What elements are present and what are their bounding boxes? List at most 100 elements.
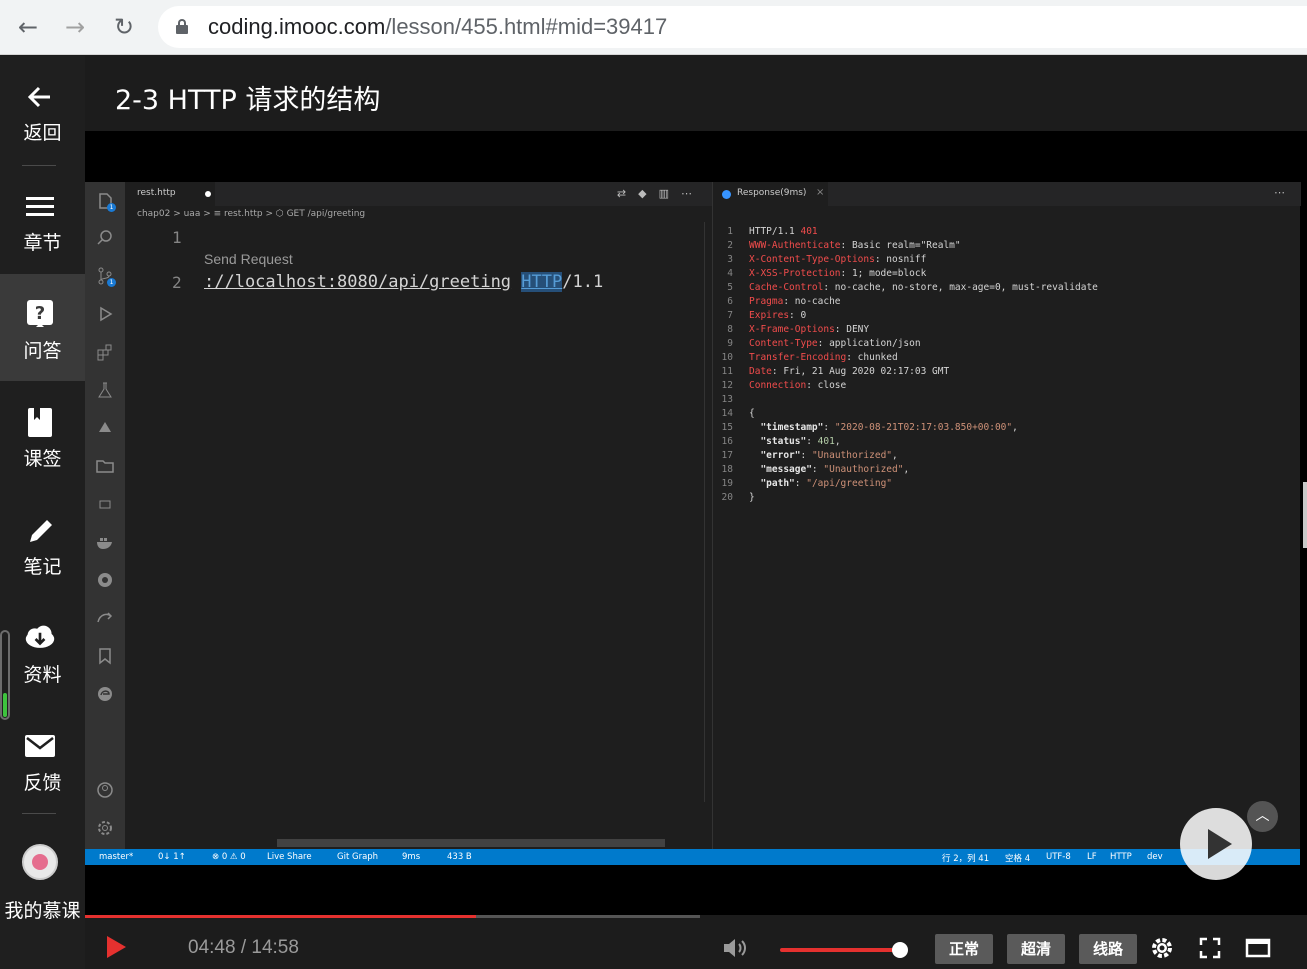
response-value: : Fri, 21 Aug 2020 02:17:03 GMT [771, 366, 950, 377]
badge: 1 [107, 278, 116, 287]
response-key: Pragma [749, 296, 784, 307]
sidebar-item-qa[interactable]: ? 问答 [0, 274, 85, 381]
response-line: 20} [713, 492, 755, 506]
status-position[interactable]: 行 2，列 41 [942, 852, 989, 864]
send-request-link[interactable]: Send Request [204, 251, 293, 267]
response-value: : Basic realm="Realm" [840, 240, 961, 251]
response-key: HTTP/1.1 [749, 226, 801, 237]
code-url: ://localhost:8080/api/greeting [204, 272, 512, 292]
status-spaces[interactable]: 空格 4 [1005, 852, 1030, 864]
tab-rest-http[interactable]: rest.http [125, 182, 215, 206]
line-number: 16 [721, 436, 733, 447]
response-value: } [749, 492, 755, 503]
code-line[interactable]: ://localhost:8080/api/greeting HTTP/1.1 [204, 272, 603, 292]
video-frame[interactable]: 1 1 rest.http ⇄◆▥⋯ chap02 > uaa > ≡ rest… [85, 131, 1307, 915]
scroll-indicator[interactable] [0, 630, 10, 720]
database-icon [99, 500, 111, 509]
response-line: 14 { [713, 408, 755, 422]
page-scrollbar[interactable] [1303, 482, 1307, 548]
kubernetes-icon [98, 573, 112, 587]
browser-toolbar: ← → ↻ coding.imooc.com/lesson/455.html#m… [0, 0, 1307, 55]
back-icon[interactable]: ← [11, 10, 45, 44]
line-number: 18 [721, 464, 733, 475]
sidebar-item-notes[interactable]: 笔记 [0, 490, 85, 597]
forward-icon[interactable]: → [58, 10, 92, 44]
line-number: 6 [727, 296, 733, 307]
reload-icon[interactable]: ↻ [107, 10, 141, 44]
response-line: 11 Date: Fri, 21 Aug 2020 02:17:03 GMT [713, 366, 950, 380]
sidebar-item-materials[interactable]: 资料 [0, 598, 85, 705]
status-branch[interactable]: master* [99, 852, 133, 862]
sidebar-item-label: 我的慕课 [4, 900, 81, 922]
status-timing[interactable]: 9ms [402, 852, 420, 862]
response-value: : nosniff [874, 254, 927, 265]
scroll-top-icon[interactable]: ︿ [1247, 801, 1278, 832]
response-value: : 401, [806, 436, 841, 447]
response-key: Expires [749, 310, 790, 321]
status-sync[interactable]: 0↓ 1↑ [158, 852, 186, 862]
volume-slider[interactable] [780, 948, 900, 952]
status-git-graph[interactable]: Git Graph [337, 852, 378, 862]
editor-actions[interactable]: ⇄◆▥⋯ [617, 187, 704, 200]
response-value: { [749, 408, 755, 419]
folder-icon [96, 460, 114, 473]
fullscreen-icon[interactable] [1196, 934, 1224, 962]
url-host: coding.imooc.com [208, 14, 386, 39]
status-problems[interactable]: ⊗ 0 ⚠ 0 [212, 852, 246, 862]
sidebar-item-back[interactable]: 返回 [0, 56, 85, 163]
lock-icon[interactable] [176, 19, 188, 34]
sidebar-item-label: 反馈 [23, 772, 62, 794]
current-time: 04:48 [188, 937, 236, 958]
volume-icon[interactable] [722, 936, 748, 960]
accounts-icon [97, 782, 113, 798]
status-env[interactable]: dev [1147, 852, 1163, 862]
response-line: 18 "message": "Unauthorized", [713, 464, 910, 478]
editor-pane[interactable]: rest.http ⇄◆▥⋯ chap02 > uaa > ≡ rest.htt… [125, 182, 712, 849]
response-line: 19 "path": "/api/greeting" [713, 478, 892, 492]
status-encoding[interactable]: UTF-8 [1046, 852, 1071, 862]
quality-normal-button[interactable]: 正常 [935, 934, 993, 964]
line-number: 20 [721, 492, 733, 503]
play-icon[interactable] [107, 936, 126, 958]
sidebar-item-chapters[interactable]: 章节 [0, 166, 85, 273]
quality-hd-button[interactable]: 超清 [1007, 934, 1065, 964]
volume-handle[interactable] [892, 942, 908, 958]
breadcrumb[interactable]: chap02 > uaa > ≡ rest.http > ⬡ GET /api/… [137, 209, 365, 219]
more-icon[interactable]: ⋯ [1274, 186, 1285, 199]
response-line: 8 X-Frame-Options: DENY [713, 324, 869, 338]
response-line: 12 Connection: close [713, 380, 847, 394]
badge: 1 [107, 203, 116, 212]
address-bar[interactable]: coding.imooc.com/lesson/455.html#mid=394… [158, 6, 1307, 48]
line-number: 5 [727, 282, 733, 293]
tab-response[interactable]: Response(9ms) × [713, 182, 828, 206]
response-key: X-Content-Type-Options [749, 254, 875, 265]
testing-icon [98, 382, 112, 398]
response-line: 5 Cache-Control: no-cache, no-store, max-… [713, 282, 1098, 296]
url-text[interactable]: coding.imooc.com/lesson/455.html#mid=394… [208, 14, 667, 40]
line-number: 1 [727, 226, 733, 237]
player-sidebar: 返回 章节 ? 问答 课签 笔记 资料 反馈 我的慕课 [0, 56, 85, 969]
sidebar-item-label: 资料 [23, 664, 62, 686]
gear-icon[interactable] [1148, 934, 1176, 962]
status-language[interactable]: HTTP [1110, 852, 1132, 862]
code-http-version: /1.1 [562, 272, 604, 292]
line-number: 4 [727, 268, 733, 279]
big-play-button[interactable] [1180, 808, 1252, 880]
picture-in-picture-icon[interactable] [1244, 934, 1272, 962]
progress-bar[interactable] [85, 915, 700, 918]
sidebar-item-feedback[interactable]: 反馈 [0, 706, 85, 813]
response-line: 2 WWW-Authenticate: Basic realm="Realm" [713, 240, 961, 254]
route-button[interactable]: 线路 [1079, 934, 1137, 964]
response-key: "timestamp" [749, 422, 824, 433]
close-icon[interactable]: × [816, 187, 824, 198]
status-live-share[interactable]: Live Share [267, 852, 312, 862]
minimap[interactable] [704, 222, 712, 802]
horizontal-scrollbar[interactable] [277, 839, 665, 847]
sidebar-item-bookmarks[interactable]: 课签 [0, 382, 85, 489]
status-eol[interactable]: LF [1087, 852, 1097, 862]
response-pane[interactable]: Response(9ms) × ⋯ 1 HTTP/1.1 401 2 WWW-Authe… [712, 182, 1301, 849]
response-line: 15 "timestamp": "2020-08-21T02:17:03.850… [713, 422, 1018, 436]
response-key: Content-Type [749, 338, 818, 349]
status-size[interactable]: 433 B [447, 852, 472, 862]
avatar[interactable] [22, 844, 58, 880]
